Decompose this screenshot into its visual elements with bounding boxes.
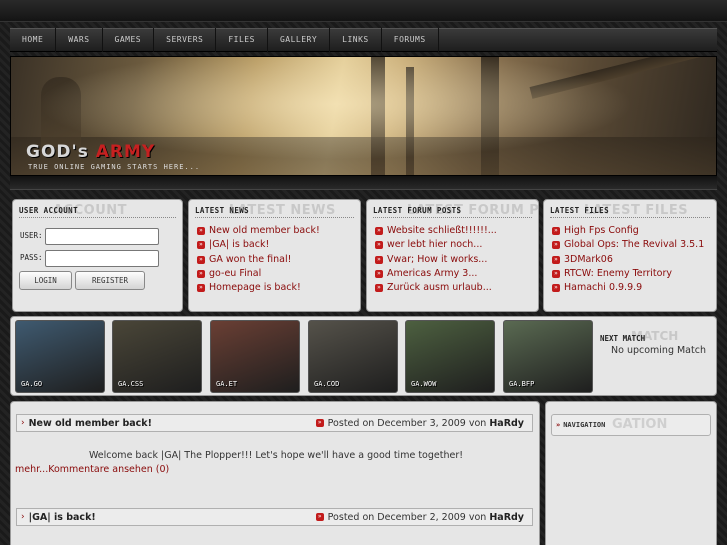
game-thumb-wow[interactable]: GA.WOW <box>405 320 495 393</box>
arrow-bullet-icon <box>197 241 205 250</box>
arrow-bullet-icon <box>552 241 560 250</box>
arrow-bullet-icon <box>197 227 205 236</box>
post-comments-link[interactable]: mehr...Kommentare ansehen (0) <box>15 464 169 475</box>
news-item[interactable]: New old member back! <box>197 224 320 238</box>
file-item[interactable]: 3DMark06 <box>552 253 704 267</box>
forum-post-item[interactable]: Zurück ausm urlaub... <box>375 281 497 295</box>
file-item[interactable]: Global Ops: The Revival 3.5.1 <box>552 238 704 252</box>
forum-post-item[interactable]: Americas Army 3... <box>375 267 497 281</box>
news-item[interactable]: GA won the final! <box>197 253 320 267</box>
nav-links[interactable]: LINKS <box>330 28 382 52</box>
arrow-bullet-icon <box>552 270 560 279</box>
game-thumb-css[interactable]: GA.CSS <box>112 320 202 393</box>
nav-files[interactable]: FILES <box>216 28 268 52</box>
main-nav: HOME WARS GAMES SERVERS FILES GALLERY LI… <box>10 28 717 52</box>
chevron-right-icon: › <box>21 418 25 428</box>
arrow-bullet-icon <box>315 513 324 521</box>
side-panel: GATION » NAVIGATION <box>545 401 717 545</box>
post-header: › |GA| is back! Posted on December 2, 20… <box>16 508 533 526</box>
page: HOME WARS GAMES SERVERS FILES GALLERY LI… <box>0 0 727 545</box>
arrow-bullet-icon <box>552 284 560 293</box>
forum-post-item[interactable]: Vwar; How it works... <box>375 253 497 267</box>
forum-post-item[interactable]: wer lebt hier noch... <box>375 238 497 252</box>
nav-gallery[interactable]: GALLERY <box>268 28 331 52</box>
arrow-bullet-icon <box>375 284 383 293</box>
user-account-title: USER ACCOUNT <box>19 206 78 215</box>
navigation-header: GATION » NAVIGATION <box>551 414 711 436</box>
nav-forums[interactable]: FORUMS <box>382 28 439 52</box>
forum-posts-title: LATEST FORUM POSTS <box>373 206 462 215</box>
arrow-bullet-icon <box>552 227 560 236</box>
post-title[interactable]: |GA| is back! <box>29 512 96 523</box>
latest-news-box: LATEST NEWS LATEST NEWS New old member b… <box>188 199 361 312</box>
post-author[interactable]: HaRdy <box>489 418 524 429</box>
news-item[interactable]: go-eu Final <box>197 267 320 281</box>
news-content: › New old member back! Posted on Decembe… <box>10 401 540 545</box>
chevron-right-icon: › <box>21 512 25 522</box>
double-chevron-icon: » <box>556 421 561 429</box>
post-author[interactable]: HaRdy <box>489 512 524 523</box>
file-item[interactable]: RTCW: Enemy Territory <box>552 267 704 281</box>
next-match-text: No upcoming Match <box>611 345 706 356</box>
post-header: › New old member back! Posted on Decembe… <box>16 414 533 432</box>
arrow-bullet-icon <box>315 419 324 427</box>
user-label: USER: <box>20 231 43 240</box>
password-input[interactable] <box>45 250 159 267</box>
game-thumbnails: GA.GO GA.CSS GA.ET GA.COD GA.WOW GA.BFP … <box>10 316 717 396</box>
post-meta: Posted on December 3, 2009 vonHaRdy <box>315 418 524 429</box>
arrow-bullet-icon <box>375 227 383 236</box>
forum-posts-box: LATEST FORUM POSTS LATEST FORUM POSTS We… <box>366 199 539 312</box>
game-thumb-go[interactable]: GA.GO <box>15 320 105 393</box>
arrow-bullet-icon <box>552 255 560 264</box>
game-thumb-bfp[interactable]: GA.BFP <box>503 320 593 393</box>
post-title[interactable]: New old member back! <box>29 418 152 429</box>
banner-bottom-bar <box>10 176 717 190</box>
site-logo[interactable]: GOD's ARMY <box>26 142 155 162</box>
user-account-box: ACCOUNT USER ACCOUNT USER: PASS: LOGIN R… <box>12 199 183 312</box>
forum-post-item[interactable]: Website schließt!!!!!!... <box>375 224 497 238</box>
news-item[interactable]: Homepage is back! <box>197 281 320 295</box>
nav-servers[interactable]: SERVERS <box>154 28 217 52</box>
nav-games[interactable]: GAMES <box>103 28 155 52</box>
news-item[interactable]: |GA| is back! <box>197 238 320 252</box>
username-input[interactable] <box>45 228 159 245</box>
site-tagline: TRUE ONLINE GAMING STARTS HERE... <box>28 163 201 171</box>
arrow-bullet-icon <box>375 255 383 264</box>
arrow-bullet-icon <box>375 241 383 250</box>
game-thumb-et[interactable]: GA.ET <box>210 320 300 393</box>
latest-news-title: LATEST NEWS <box>195 206 250 215</box>
arrow-bullet-icon <box>197 270 205 279</box>
top-strip <box>0 0 727 22</box>
file-item[interactable]: High Fps Config <box>552 224 704 238</box>
pass-label: PASS: <box>20 253 43 262</box>
latest-files-box: LATEST FILES LATEST FILES High Fps Confi… <box>543 199 717 312</box>
post-body: Welcome back |GA| The Plopper!!! Let's h… <box>88 450 464 461</box>
nav-home[interactable]: HOME <box>10 28 57 52</box>
game-thumb-cod[interactable]: GA.COD <box>308 320 398 393</box>
next-match-title: NEXT MATCH <box>600 334 646 343</box>
file-item[interactable]: Hamachi 0.9.9.9 <box>552 281 704 295</box>
arrow-bullet-icon <box>197 284 205 293</box>
register-button[interactable]: REGISTER <box>75 271 145 290</box>
latest-files-title: LATEST FILES <box>550 206 609 215</box>
arrow-bullet-icon <box>197 255 205 264</box>
post-meta: Posted on December 2, 2009 vonHaRdy <box>315 512 524 523</box>
login-button[interactable]: LOGIN <box>19 271 72 290</box>
nav-wars[interactable]: WARS <box>56 28 103 52</box>
arrow-bullet-icon <box>375 270 383 279</box>
